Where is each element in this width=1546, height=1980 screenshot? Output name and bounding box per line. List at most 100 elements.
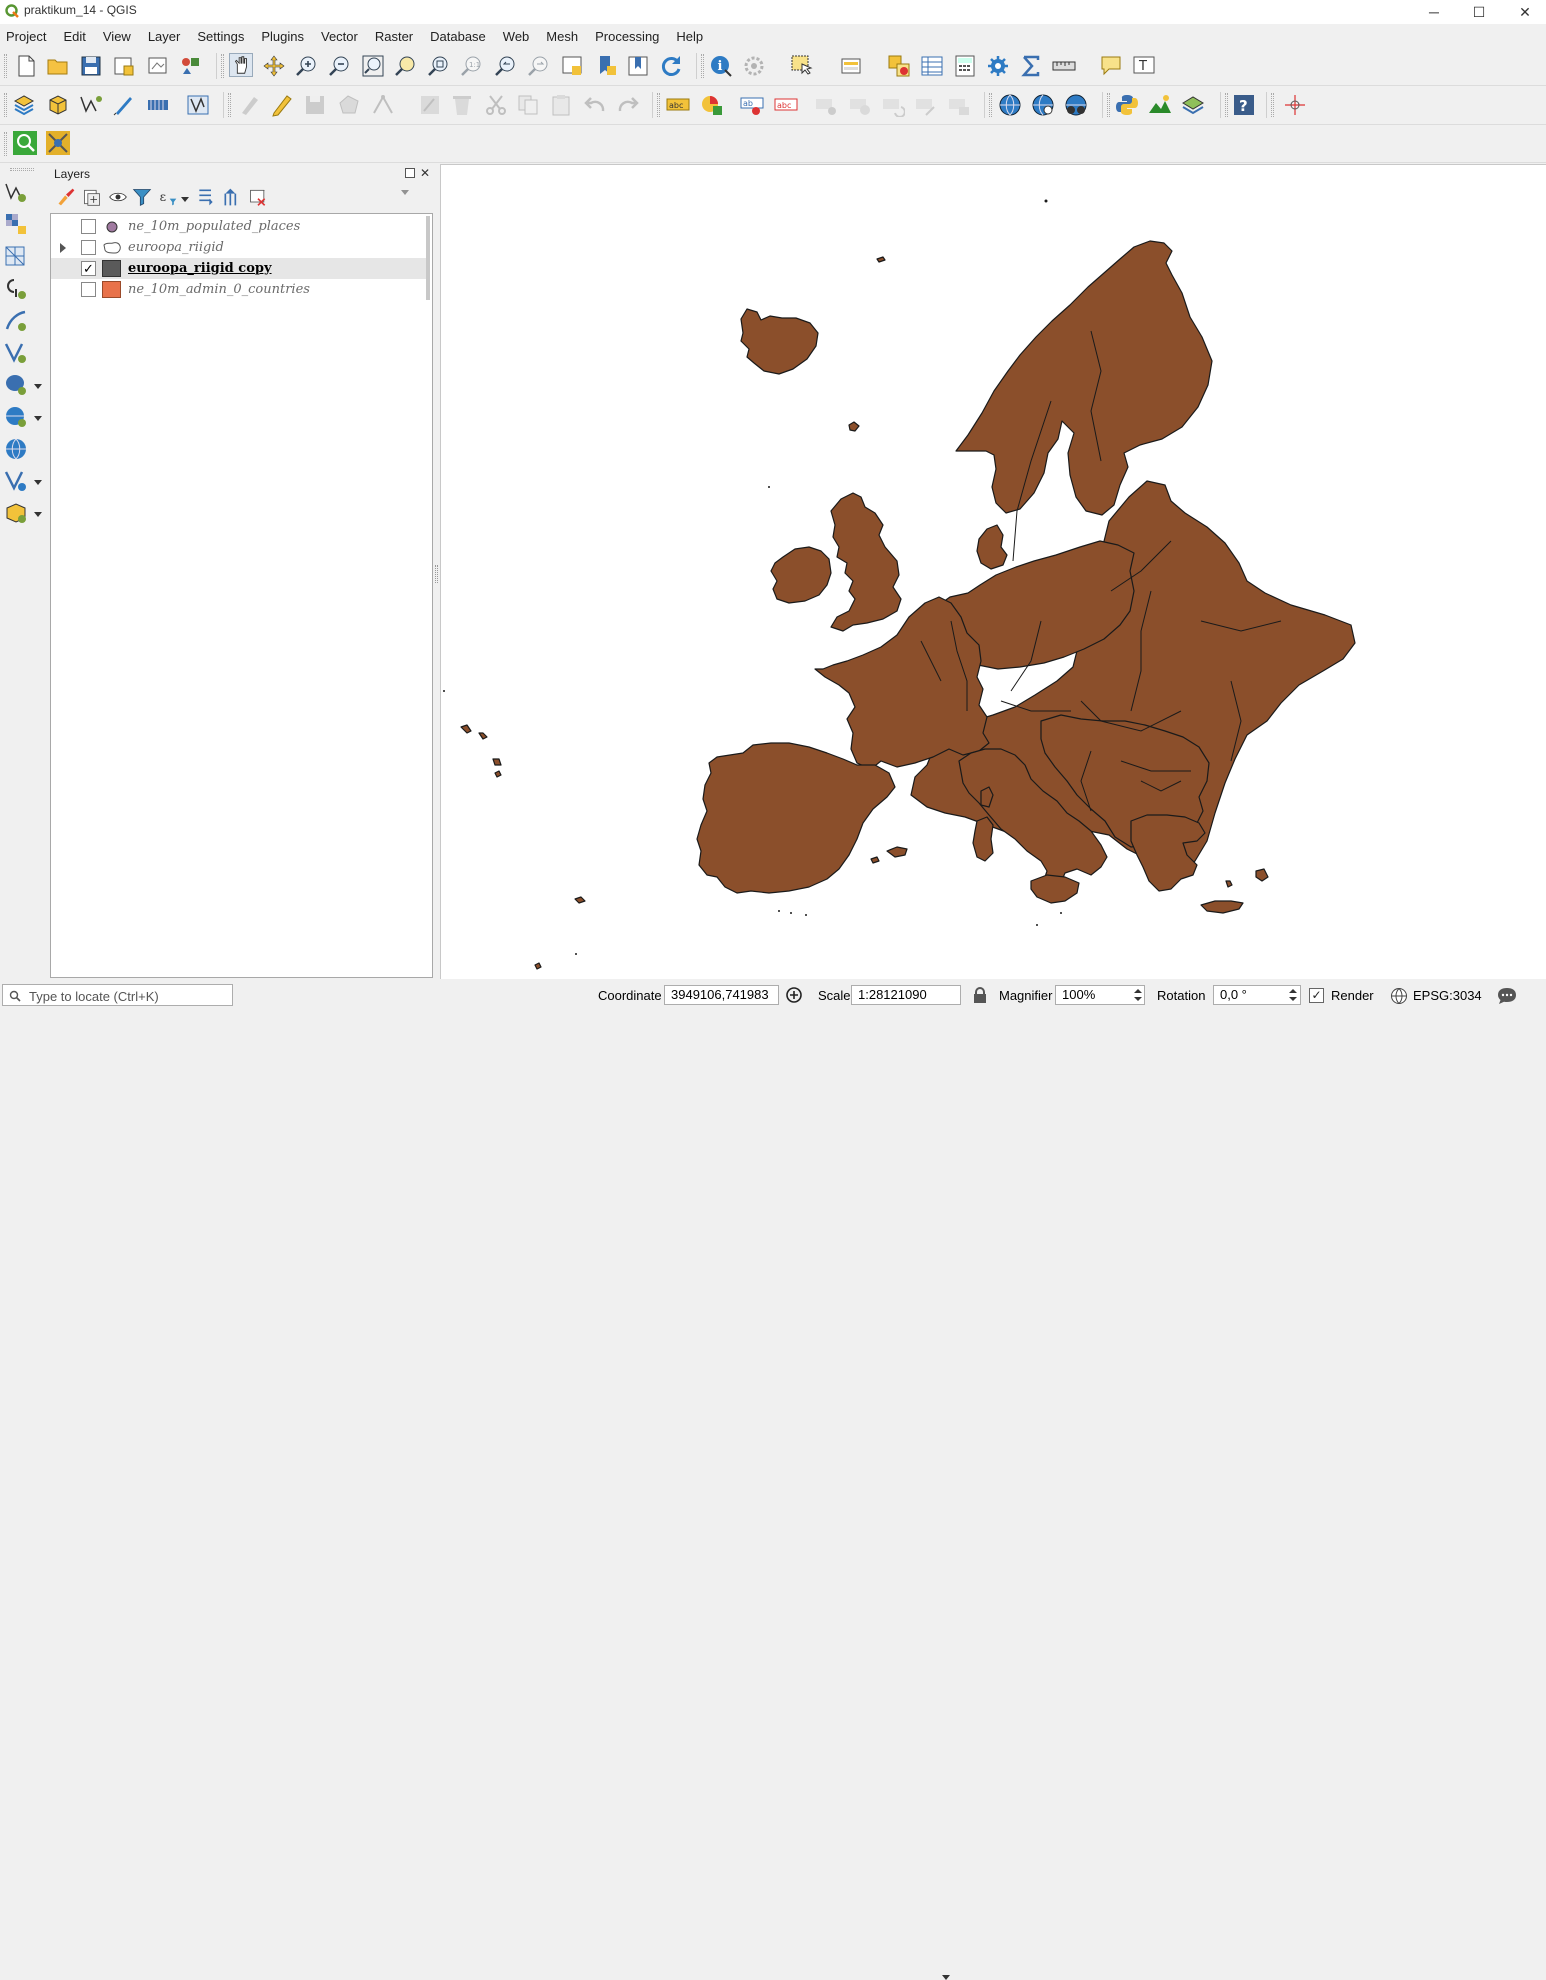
filter-legend-icon[interactable] bbox=[132, 187, 152, 207]
crosshair-icon[interactable] bbox=[1283, 93, 1307, 117]
close-button[interactable]: ✕ bbox=[1502, 0, 1546, 24]
menu-project[interactable]: Project bbox=[6, 29, 46, 44]
add-virtual-layer-icon[interactable] bbox=[4, 341, 28, 365]
add-geopackage-layer-icon[interactable] bbox=[4, 501, 28, 525]
modify-attributes-icon[interactable] bbox=[418, 93, 442, 117]
add-polygon-feature-icon[interactable] bbox=[337, 93, 361, 117]
menu-settings[interactable]: Settings bbox=[197, 29, 244, 44]
crs-globe-icon[interactable] bbox=[1390, 987, 1408, 1005]
maximize-button[interactable]: ☐ bbox=[1456, 0, 1502, 24]
dropdown-arrow-icon[interactable] bbox=[34, 480, 42, 485]
add-postgis-layer-icon[interactable] bbox=[4, 373, 28, 397]
zoom-in-icon[interactable] bbox=[295, 54, 319, 78]
scale-dropdown-icon[interactable] bbox=[942, 1975, 950, 1980]
layer-row-selected[interactable]: ✓ euroopa_riigid copy bbox=[51, 258, 427, 279]
menu-view[interactable]: View bbox=[103, 29, 131, 44]
layer-visibility-checkbox[interactable] bbox=[81, 282, 96, 297]
expand-all-icon[interactable] bbox=[196, 187, 216, 207]
add-raster-layer-icon[interactable] bbox=[4, 212, 28, 236]
toolbar-grip[interactable] bbox=[657, 93, 660, 117]
render-checkbox[interactable]: ✓ bbox=[1309, 988, 1324, 1003]
new-virtual-layer-icon[interactable] bbox=[146, 93, 170, 117]
show-hide-labels-icon[interactable] bbox=[814, 93, 838, 117]
extents-toggle-icon[interactable] bbox=[785, 986, 803, 1004]
menu-database[interactable]: Database bbox=[430, 29, 486, 44]
manage-map-themes-icon[interactable] bbox=[108, 187, 128, 207]
plugin-tool-icon[interactable] bbox=[46, 131, 70, 155]
toolbar-grip[interactable] bbox=[4, 93, 7, 117]
quick-search-plugin-icon[interactable] bbox=[13, 131, 37, 155]
new-temporary-layer-icon[interactable] bbox=[112, 93, 136, 117]
rotate-label-icon[interactable] bbox=[881, 93, 905, 117]
coordinate-field[interactable]: 3949106,741983 bbox=[664, 985, 779, 1005]
zoom-to-layer-icon[interactable] bbox=[427, 54, 451, 78]
toggle-editing-icon[interactable] bbox=[270, 93, 294, 117]
statistical-summary-icon[interactable] bbox=[1019, 54, 1043, 78]
close-panel-icon[interactable]: ✕ bbox=[420, 166, 430, 180]
delete-selected-icon[interactable] bbox=[450, 93, 474, 117]
zoom-last-icon[interactable] bbox=[494, 54, 518, 78]
layer-row[interactable]: ne_10m_admin_0_countries bbox=[51, 279, 427, 300]
pan-map-icon[interactable] bbox=[229, 53, 253, 77]
vertex-tool-icon[interactable] bbox=[371, 93, 395, 117]
paste-features-icon[interactable] bbox=[549, 93, 573, 117]
select-features-icon[interactable] bbox=[790, 54, 814, 78]
menu-vector[interactable]: Vector bbox=[321, 29, 358, 44]
magnifier-spinner-icon[interactable] bbox=[1132, 985, 1144, 1005]
toolbar-grip[interactable] bbox=[1271, 93, 1274, 117]
crs-label[interactable]: EPSG:3034 bbox=[1413, 988, 1482, 1003]
dropdown-arrow-icon[interactable] bbox=[34, 384, 42, 389]
layer-diagram-options-icon[interactable] bbox=[700, 93, 724, 117]
toolbar-grip[interactable] bbox=[4, 132, 7, 156]
zoom-out-icon[interactable] bbox=[328, 54, 352, 78]
add-wcs-layer-icon[interactable] bbox=[1031, 93, 1055, 117]
dropdown-arrow-icon[interactable] bbox=[34, 512, 42, 517]
refresh-icon[interactable] bbox=[659, 54, 683, 78]
map-tips-icon[interactable] bbox=[1099, 54, 1123, 78]
highlight-pinned-labels-icon[interactable]: ab bbox=[740, 93, 764, 117]
toolbar-grip[interactable] bbox=[989, 93, 992, 117]
new-geopackage-layer-icon[interactable] bbox=[46, 93, 70, 117]
dropdown-arrow-icon[interactable] bbox=[181, 197, 189, 202]
help-contents-icon[interactable]: ? bbox=[1232, 93, 1256, 117]
show-bookmarks-icon[interactable] bbox=[626, 54, 650, 78]
redo-icon[interactable] bbox=[616, 93, 640, 117]
text-annotation-icon[interactable]: T bbox=[1132, 54, 1156, 78]
new-mesh-layer-icon[interactable] bbox=[186, 93, 210, 117]
select-by-value-icon[interactable] bbox=[840, 54, 864, 78]
menu-layer[interactable]: Layer bbox=[148, 29, 181, 44]
add-wfs-layer-left-icon[interactable] bbox=[4, 469, 28, 493]
attribute-table-icon[interactable] bbox=[920, 54, 944, 78]
float-panel-icon[interactable] bbox=[405, 168, 415, 178]
label-properties-icon[interactable] bbox=[947, 93, 971, 117]
open-layer-styling-icon[interactable] bbox=[56, 187, 76, 207]
layer-visibility-checkbox[interactable] bbox=[81, 219, 96, 234]
layers-scrollbar[interactable] bbox=[426, 216, 430, 300]
remove-layer-icon[interactable] bbox=[248, 187, 268, 207]
pin-unpin-labels-icon[interactable]: abc bbox=[774, 93, 798, 117]
current-edits-icon[interactable] bbox=[238, 93, 262, 117]
add-wms-wmts-layer-icon[interactable] bbox=[4, 405, 28, 429]
menu-edit[interactable]: Edit bbox=[63, 29, 85, 44]
zoom-full-icon[interactable] bbox=[361, 54, 385, 78]
toolbar-grip[interactable] bbox=[1225, 93, 1228, 117]
add-mesh-layer-icon[interactable] bbox=[4, 245, 28, 269]
add-group-icon[interactable] bbox=[82, 187, 102, 207]
save-layer-edits-icon[interactable] bbox=[303, 93, 327, 117]
pan-to-selection-icon[interactable] bbox=[262, 54, 286, 78]
deselect-all-icon[interactable] bbox=[887, 54, 911, 78]
python-console-icon[interactable] bbox=[1115, 93, 1139, 117]
layer-row[interactable]: ne_10m_populated_places bbox=[51, 216, 427, 237]
menu-processing[interactable]: Processing bbox=[595, 29, 659, 44]
measure-line-icon[interactable] bbox=[1052, 54, 1076, 78]
menu-raster[interactable]: Raster bbox=[375, 29, 413, 44]
move-label-icon[interactable] bbox=[848, 93, 872, 117]
open-project-icon[interactable] bbox=[46, 54, 70, 78]
layout-manager-icon[interactable] bbox=[146, 54, 170, 78]
menu-mesh[interactable]: Mesh bbox=[546, 29, 578, 44]
menu-web[interactable]: Web bbox=[503, 29, 530, 44]
layer-visibility-checkbox[interactable]: ✓ bbox=[81, 261, 96, 276]
map-canvas[interactable] bbox=[440, 164, 1546, 979]
copy-features-icon[interactable] bbox=[516, 93, 540, 117]
toolbar-grip[interactable] bbox=[1107, 93, 1110, 117]
